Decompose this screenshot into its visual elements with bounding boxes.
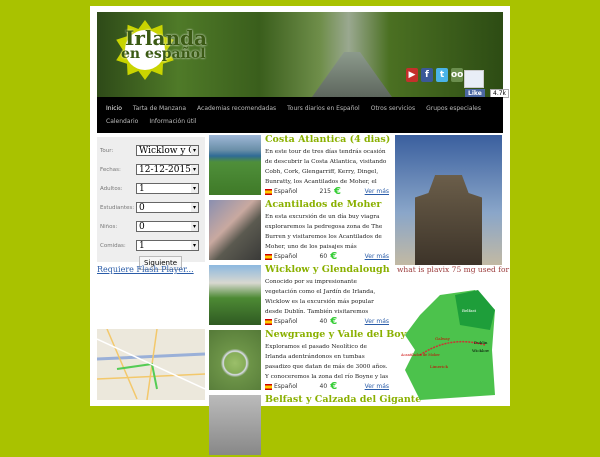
field-select[interactable]: 0: [136, 202, 199, 213]
euro-icon: €: [334, 186, 341, 197]
map-label-limerick: Limerick: [430, 364, 449, 369]
map-label-dublin: Dublin: [474, 340, 488, 345]
tour-card: Belfast y Calzada del Gigante: [209, 394, 421, 457]
spain-flag-icon: [265, 383, 272, 390]
field-label: Comidas:: [100, 242, 126, 249]
tour-card: Wicklow y Glendalough Conocido por su imp…: [209, 264, 390, 327]
tour-title[interactable]: Newgrange y Valle del Boyne: [265, 329, 419, 340]
nav-item[interactable]: Calendario: [106, 115, 138, 128]
nav-item[interactable]: Información útil: [149, 115, 196, 128]
field-label: Tour:: [100, 147, 114, 154]
tour-card: Costa Atlantica (4 dias) En este tour de …: [209, 134, 390, 197]
booking-form: Tour: Wicklow y Glendalough Fechas: 12-12-2…: [97, 137, 205, 270]
tour-title[interactable]: Acantilados de Moher: [265, 199, 381, 210]
tour-description: En esta excursión de un día buy viagra e…: [265, 214, 383, 250]
main-nav: Inicio Tarta de Manzana Academias recomend…: [97, 97, 503, 133]
tour-meta: Español 40 € Ver más: [265, 381, 389, 392]
tour-language: Español: [274, 253, 298, 260]
nav-item[interactable]: Academias recomendadas: [197, 102, 276, 115]
form-row: Fechas: 12-12-2015: [100, 160, 202, 179]
field-label: Niños:: [100, 223, 118, 230]
tour-description: En este tour de tres días tendrás ocasió…: [265, 149, 387, 185]
tour-language: Español: [274, 383, 298, 390]
map-label-galway: Galway: [435, 336, 451, 341]
tour-image[interactable]: [209, 200, 261, 260]
form-row: Comidas: 1: [100, 236, 202, 255]
ver-mas-link[interactable]: Ver más: [365, 383, 389, 390]
tour-price: 40: [319, 318, 328, 325]
tour-card: Acantilados de Moher En esta excursión de…: [209, 199, 389, 262]
ireland-map[interactable]: Belfast Dublin Galway Acantilados de Moh…: [400, 290, 500, 400]
tour-card: Newgrange y Valle del Boyne Exploramos el…: [209, 329, 419, 392]
flash-player-link[interactable]: Requiere Flash Player...: [97, 265, 194, 274]
social-icons: ▶ f t oo: [406, 68, 463, 82]
field-label: Estudiantes:: [100, 204, 135, 211]
tour-title[interactable]: Costa Atlantica (4 dias): [265, 134, 390, 145]
form-row: Niños: 0: [100, 217, 202, 236]
form-row: Adultos: 1: [100, 179, 202, 198]
form-row: Tour: Wicklow y Glendalough: [100, 141, 202, 160]
nav-item[interactable]: Tarta de Manzana: [133, 102, 186, 115]
tour-title[interactable]: Wicklow y Glendalough: [265, 264, 390, 275]
sidebar-caption[interactable]: what is plavix 75 mg used for: [397, 265, 509, 274]
tour-image[interactable]: [209, 395, 261, 455]
ver-mas-link[interactable]: Ver más: [365, 188, 389, 195]
tour-price: 60: [319, 253, 328, 260]
facebook-icon[interactable]: f: [421, 68, 433, 82]
youtube-icon[interactable]: ▶: [406, 68, 418, 82]
ver-mas-link[interactable]: Ver más: [365, 318, 389, 325]
spain-flag-icon: [265, 318, 272, 325]
tour-description: Conocido por su impresionante vegetación…: [265, 279, 376, 315]
map-label-wicklow: Wicklow: [472, 348, 490, 353]
tour-image[interactable]: [209, 265, 261, 325]
spain-flag-icon: [265, 253, 272, 260]
nav-item[interactable]: Otros servicios: [371, 102, 415, 115]
euro-icon: €: [330, 316, 338, 327]
map-label-moher: Acantilados de Moher: [400, 353, 440, 357]
field-select[interactable]: 0: [136, 221, 199, 232]
euro-icon: €: [330, 381, 338, 392]
field-label: Fechas:: [100, 166, 121, 173]
header-banner: Irlanda en español: [97, 12, 503, 97]
tour-image[interactable]: [209, 330, 261, 390]
nav-item[interactable]: Grupos especiales: [426, 102, 481, 115]
tour-language: Español: [274, 318, 298, 325]
street-map[interactable]: [97, 329, 205, 400]
nav-item[interactable]: Tours diarios en Español: [287, 102, 360, 115]
like-thumb-icon[interactable]: [464, 70, 484, 88]
ver-mas-link[interactable]: Ver más: [365, 253, 389, 260]
tour-meta: Español 40 € Ver más: [265, 316, 389, 327]
tour-language: Español: [274, 188, 298, 195]
monument-image: [395, 135, 502, 265]
tour-meta: Español 60 € Ver más: [265, 251, 389, 262]
euro-icon: €: [330, 251, 338, 262]
spain-flag-icon: [265, 188, 272, 195]
tour-meta: Español 215 € Ver más: [265, 186, 389, 197]
field-select[interactable]: 1: [136, 183, 199, 194]
twitter-icon[interactable]: t: [436, 68, 448, 82]
nav-item[interactable]: Inicio: [106, 102, 122, 115]
tour-price: 215: [319, 188, 331, 195]
tour-price: 40: [319, 383, 328, 390]
tour-description: Exploramos el pasado Neolítico de Irland…: [265, 344, 389, 380]
field-select[interactable]: Wicklow y Glendalough: [136, 145, 199, 156]
tour-image[interactable]: [209, 135, 261, 195]
field-select[interactable]: 12-12-2015: [136, 164, 199, 175]
road-image: [312, 52, 392, 97]
form-row: Estudiantes: 0: [100, 198, 202, 217]
logo-subtext: en español: [121, 46, 206, 62]
field-select[interactable]: 1: [136, 240, 199, 251]
tripadvisor-icon[interactable]: oo: [451, 68, 463, 82]
field-label: Adultos:: [100, 185, 123, 192]
map-label-belfast: Belfast: [462, 308, 477, 313]
